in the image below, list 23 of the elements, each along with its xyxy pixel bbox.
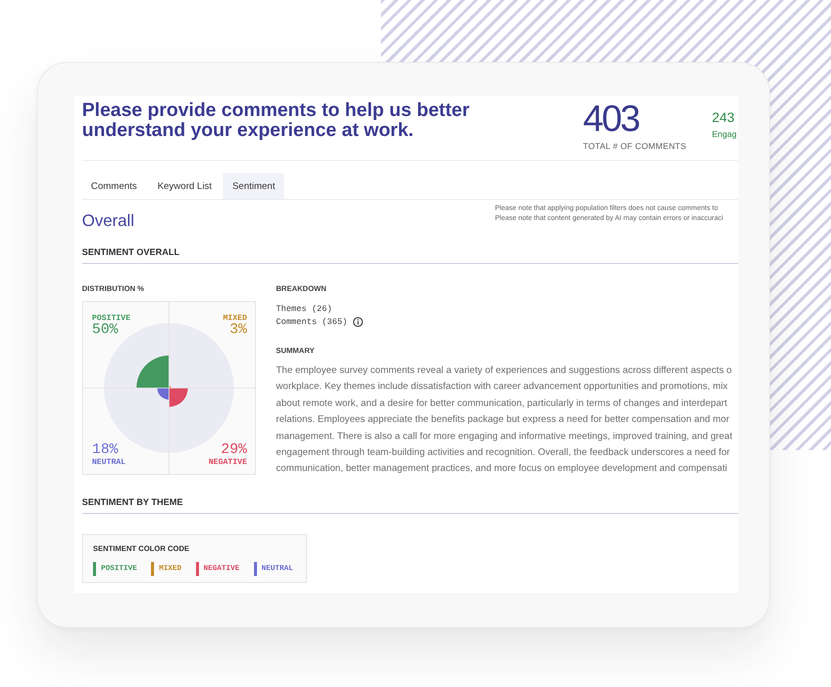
stat-value: 243	[712, 111, 735, 125]
tab[interactable]: Comments	[82, 173, 146, 199]
sentiment-label: NEUTRAL	[92, 458, 126, 467]
sentiment-label: MIXED	[222, 314, 247, 323]
summary-text: The employee survey comments reveal a variety of experiences and suggestions across different aspects o workplace. Key themes include dissatisfaction with career advancement opportunities and promotions, mix about remote work, and a desire for better communication, particularly in terms of changes and interdepart relations. Employees appreciate the benefits package but express a need for better compensation and mor management. There is also a call for more engaging and informative meetings, improved training, and great engagement through team-building activities and recognition. Overall, the feedback underscores a need for communication, better management practices, and more focus on employee development and compensati	[276, 364, 732, 476]
sentiment-label: POSITIVE	[92, 314, 130, 323]
tab[interactable]: Sentiment	[223, 173, 284, 199]
info-icon[interactable]	[353, 316, 364, 326]
sentiment-percent: 29%	[220, 443, 247, 458]
breakdown-item: Comments (365)	[276, 316, 348, 326]
section-heading: SENTIMENT BY THEME	[82, 496, 183, 508]
stat-label: Engag	[712, 129, 737, 139]
section-heading: SENTIMENT OVERALL	[82, 247, 180, 258]
breakdown-item: Themes (26)	[276, 304, 332, 314]
sentiment-percent: 50%	[92, 323, 118, 338]
sentiment-percent: 3%	[230, 323, 247, 338]
section-title: Overall	[82, 212, 134, 230]
sentiment-label: NEGATIVE	[208, 458, 247, 467]
page-title: Please provide comments to help us better understand your experience at work.	[82, 101, 470, 142]
stat-label: TOTAL # OF COMMENTS	[583, 141, 686, 151]
tab[interactable]: Keyword List	[148, 173, 221, 199]
stat-value: 403	[583, 103, 639, 135]
sentiment-percent: 18%	[92, 443, 118, 458]
